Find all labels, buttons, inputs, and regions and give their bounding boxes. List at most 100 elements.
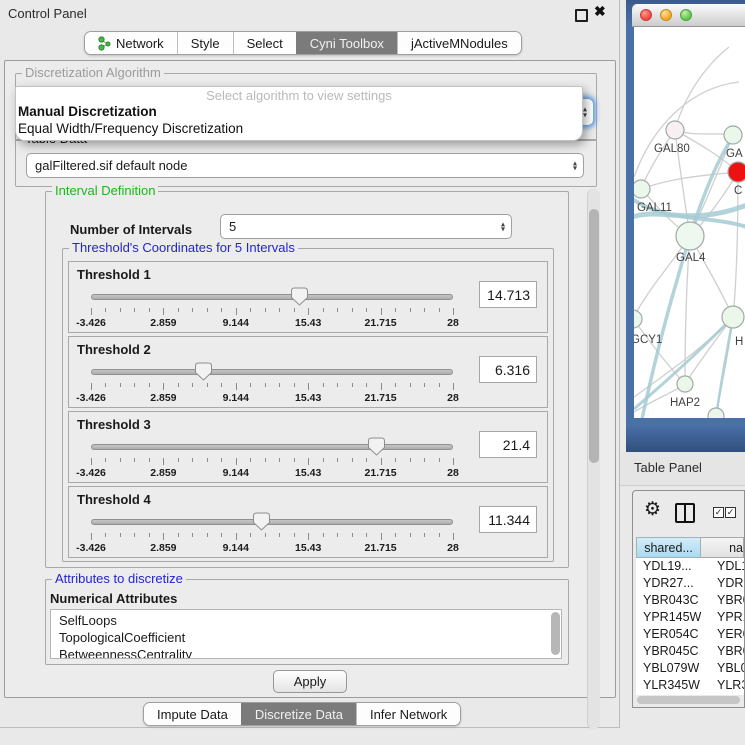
slider-tick bbox=[366, 383, 367, 387]
table-row[interactable]: YIL052CYIL0 bbox=[636, 694, 744, 695]
slider-tick bbox=[134, 533, 135, 537]
slider-tick bbox=[149, 533, 150, 537]
restore-window-icon[interactable] bbox=[575, 9, 588, 22]
number-of-intervals-combobox[interactable]: 5 ▴▾ bbox=[220, 214, 512, 239]
slider-thumb[interactable] bbox=[368, 437, 385, 456]
slider-tick bbox=[192, 458, 193, 462]
checkbox-icon[interactable]: ✓ bbox=[725, 507, 736, 518]
slider-tick bbox=[366, 533, 367, 537]
table-data-group: Table Data galFiltered.sif default node … bbox=[15, 139, 597, 187]
slider-scale-label: 21.715 bbox=[365, 392, 397, 404]
slider-tick bbox=[236, 308, 237, 315]
slider-track[interactable] bbox=[91, 519, 453, 525]
network-node-label: GCY1 bbox=[634, 334, 662, 346]
combobox-value: 5 bbox=[229, 219, 236, 234]
apply-button[interactable]: Apply bbox=[273, 670, 347, 693]
attribute-item-topologicalcoefficient[interactable]: TopologicalCoefficient bbox=[59, 629, 561, 646]
table-row[interactable]: YLR345WYLR3 bbox=[636, 677, 744, 694]
cell-shared-name: YLR345W bbox=[636, 677, 707, 694]
slider-scale-label: 15.43 bbox=[295, 467, 321, 479]
tab-discretize-data[interactable]: Discretize Data bbox=[241, 703, 356, 725]
panel-scrollbar[interactable] bbox=[587, 189, 600, 729]
slider-track[interactable] bbox=[91, 444, 453, 450]
slider-tick bbox=[134, 383, 135, 387]
list-scrollbar[interactable] bbox=[551, 612, 560, 655]
slider-tick bbox=[91, 308, 92, 315]
threshold-slider[interactable]: -3.4262.8599.14415.4321.71528 bbox=[91, 284, 453, 330]
threshold-slider[interactable]: -3.4262.8599.14415.4321.71528 bbox=[91, 509, 453, 555]
slider-tick bbox=[308, 458, 309, 465]
cell-name: YBL0 bbox=[707, 660, 744, 677]
network-window-titlebar[interactable] bbox=[632, 4, 745, 27]
attribute-item-selfloops[interactable]: SelfLoops bbox=[59, 612, 561, 629]
slider-track[interactable] bbox=[91, 294, 453, 300]
network-node-ga[interactable] bbox=[724, 126, 742, 144]
zoom-traffic-light-icon[interactable] bbox=[680, 9, 692, 21]
slider-scale-label: 28 bbox=[447, 542, 459, 554]
network-node-h[interactable] bbox=[722, 306, 744, 328]
network-node-gal4[interactable] bbox=[676, 222, 704, 250]
table-header-row: shared... na bbox=[636, 537, 744, 558]
tab-network[interactable]: Network bbox=[85, 32, 177, 54]
network-node-hap2[interactable] bbox=[677, 376, 693, 392]
threshold-value-field[interactable]: 6.316 bbox=[479, 356, 537, 383]
network-node-gcy1[interactable] bbox=[634, 310, 642, 328]
group-title: Attributes to discretize bbox=[52, 572, 186, 586]
interval-definition-group: Interval Definition Number of Intervals … bbox=[45, 191, 569, 568]
cell-name: YBR0 bbox=[707, 643, 744, 660]
table-row[interactable]: YPR145WYPR1 bbox=[636, 609, 744, 626]
table-row[interactable]: YBL079WYBL0 bbox=[636, 660, 744, 677]
slider-track[interactable] bbox=[91, 369, 453, 375]
slider-tick bbox=[439, 533, 440, 537]
minimize-traffic-light-icon[interactable] bbox=[660, 9, 672, 21]
scrollbar-thumb[interactable] bbox=[589, 209, 599, 463]
table-row[interactable]: YER054CYER0 bbox=[636, 626, 744, 643]
slider-tick bbox=[265, 383, 266, 387]
slider-tick bbox=[294, 533, 295, 537]
tab-impute-data[interactable]: Impute Data bbox=[144, 703, 241, 725]
table-horizontal-scrollbar[interactable] bbox=[637, 696, 740, 704]
network-node-label: GA bbox=[726, 148, 743, 160]
network-canvas[interactable]: GAL80GACGAL11GAL4GCY1HHAP2 bbox=[634, 27, 745, 418]
network-node[interactable] bbox=[708, 408, 724, 418]
column-header-name[interactable]: na bbox=[701, 537, 744, 558]
cell-shared-name: YDR27... bbox=[636, 575, 707, 592]
network-node-c[interactable] bbox=[728, 162, 745, 182]
tab-infer-network[interactable]: Infer Network bbox=[356, 703, 460, 725]
tab-select[interactable]: Select bbox=[233, 32, 296, 54]
numerical-attributes-list[interactable]: SelfLoopsTopologicalCoefficientBetweenne… bbox=[50, 609, 562, 659]
checkbox-icon[interactable]: ✓ bbox=[713, 507, 724, 518]
slider-tick bbox=[250, 383, 251, 387]
slider-thumb[interactable] bbox=[291, 287, 308, 306]
tab-style[interactable]: Style bbox=[177, 32, 233, 54]
slider-tick bbox=[192, 533, 193, 537]
gear-icon[interactable]: ⚙ bbox=[644, 498, 661, 521]
table-row[interactable]: YBR043CYBR0 bbox=[636, 592, 744, 609]
dropdown-option-equal-width-frequency-discretization[interactable]: Equal Width/Frequency Discretization bbox=[16, 120, 582, 137]
tab-cyni-toolbox[interactable]: Cyni Toolbox bbox=[296, 32, 397, 54]
slider-thumb[interactable] bbox=[253, 512, 270, 531]
dropdown-placeholder: Select algorithm to view settings bbox=[16, 87, 582, 103]
split-view-icon[interactable] bbox=[675, 503, 695, 523]
table-panel-bar: Table Panel bbox=[620, 452, 745, 486]
table-row[interactable]: YDR27...YDR2 bbox=[636, 575, 744, 592]
network-node-gal11[interactable] bbox=[634, 180, 650, 198]
tab-label: Discretize Data bbox=[255, 707, 343, 722]
threshold-value-field[interactable]: 14.713 bbox=[479, 281, 537, 308]
threshold-slider[interactable]: -3.4262.8599.14415.4321.71528 bbox=[91, 359, 453, 405]
column-header-shared-name[interactable]: shared... bbox=[636, 537, 701, 558]
close-window-icon[interactable]: ✖ bbox=[594, 3, 606, 20]
attribute-item-betweennesscentrality[interactable]: BetweennessCentrality bbox=[59, 646, 561, 659]
table-row[interactable]: YDL19...YDL1 bbox=[636, 558, 744, 575]
slider-thumb[interactable] bbox=[195, 362, 212, 381]
close-traffic-light-icon[interactable] bbox=[640, 9, 652, 21]
threshold-slider[interactable]: -3.4262.8599.14415.4321.71528 bbox=[91, 434, 453, 480]
table-row[interactable]: YBR045CYBR0 bbox=[636, 643, 744, 660]
threshold-value-field[interactable]: 11.344 bbox=[479, 506, 537, 533]
network-node-gal80[interactable] bbox=[666, 121, 684, 139]
dropdown-option-manual-discretization[interactable]: Manual Discretization bbox=[16, 103, 582, 120]
tab-jactivemnodules[interactable]: jActiveMNodules bbox=[397, 32, 521, 54]
threshold-value-field[interactable]: 21.4 bbox=[479, 431, 537, 458]
table-data-combobox[interactable]: galFiltered.sif default node ▴▾ bbox=[26, 153, 584, 178]
group-title: Interval Definition bbox=[52, 184, 158, 198]
